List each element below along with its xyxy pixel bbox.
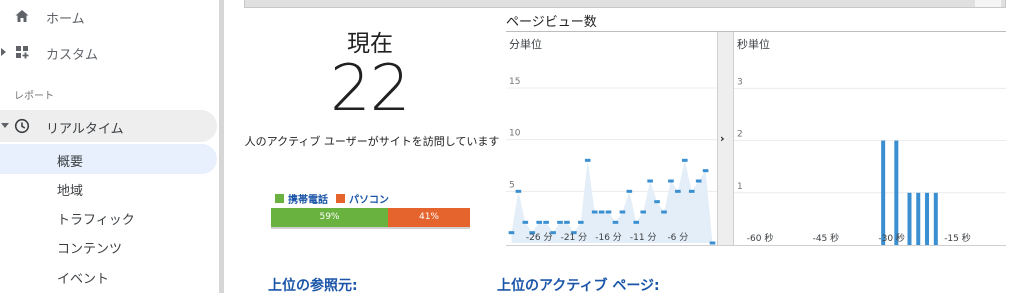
- minute-point: [605, 210, 612, 214]
- clock-icon: [14, 118, 30, 134]
- top-scrollbar-thumb[interactable]: [975, 0, 1001, 7]
- minute-point: [661, 210, 667, 214]
- x-tick-label: -11 分: [630, 232, 657, 243]
- second-bar: [925, 192, 930, 245]
- minute-point: [543, 220, 549, 224]
- nav-home-label: ホーム: [46, 12, 85, 27]
- minute-point: [647, 179, 653, 183]
- x-tick-label: -15 秒: [944, 232, 971, 244]
- legend-mobile: 携帯電話: [275, 191, 328, 206]
- minute-point: [688, 189, 695, 193]
- x-tick-label: -26 分: [526, 232, 553, 243]
- minute-point: [640, 210, 646, 214]
- subnav-overview[interactable]: 概要: [0, 144, 217, 174]
- minute-point: [612, 220, 619, 224]
- device-bar-shadow: [271, 227, 470, 229]
- section-reports-label: レポート: [14, 91, 54, 102]
- legend-swatch-pc: [336, 194, 345, 203]
- minute-point: [515, 189, 522, 193]
- nav-custom[interactable]: カスタム: [0, 37, 217, 67]
- subnav-label: 地域: [57, 184, 84, 199]
- active-user-description: 人のアクティブ ユーザーがサイトを訪問しています: [244, 135, 500, 148]
- home-icon: [15, 10, 29, 22]
- x-tick-label: -21 分: [561, 232, 588, 243]
- minute-point: [668, 179, 674, 183]
- device-bar-pc: 41%: [388, 208, 470, 227]
- minute-point: [682, 158, 688, 162]
- pageviews-title: ページビュー数: [506, 15, 597, 30]
- sidebar-divider[interactable]: [219, 0, 224, 293]
- page-scrollbar[interactable]: [1010, 0, 1024, 293]
- y-tick-label: 2: [737, 130, 743, 140]
- minute-point: [584, 158, 591, 162]
- nav-custom-label: カスタム: [46, 48, 99, 63]
- minute-point: [598, 210, 605, 214]
- y-tick-label: 15: [509, 77, 520, 87]
- subnav-content[interactable]: コンテンツ: [0, 231, 217, 261]
- y-tick-label: 10: [509, 129, 521, 139]
- chevron-right-icon[interactable]: ›: [720, 132, 725, 145]
- minute-point: [702, 169, 709, 173]
- y-tick-label: 5: [509, 180, 515, 190]
- minute-point: [557, 220, 563, 224]
- second-chart: 1 2 3 -60 秒 -45 秒 -30 秒 -15 秒: [734, 77, 1006, 245]
- minute-point: [522, 220, 529, 224]
- subnav-label: 概要: [57, 155, 84, 170]
- minute-point: [695, 179, 702, 183]
- x-tick-label: -16 分: [595, 232, 622, 243]
- minute-point: [675, 189, 681, 193]
- sidebar: ホーム カスタム レポート リアルタイム 概要 地域 トラフィック コンテンツ: [0, 0, 219, 293]
- minute-point: [508, 231, 515, 235]
- minute-point: [564, 220, 570, 224]
- subnav-events[interactable]: イベント: [0, 261, 217, 291]
- expand-arrow-icon[interactable]: [1, 48, 6, 56]
- device-bar-mobile: 59%: [271, 208, 388, 227]
- x-tick-label: -60 秒: [747, 232, 774, 244]
- subnav-location[interactable]: 地域: [0, 173, 217, 203]
- second-bar: [907, 192, 912, 245]
- x-tick-label: -6 分: [667, 232, 688, 243]
- dashboard-grid-icon: [16, 46, 29, 59]
- legend-pc-label: パソコン: [349, 195, 389, 206]
- legend-pc: パソコン: [336, 191, 389, 206]
- x-tick-label: -30 秒: [878, 232, 905, 244]
- nav-home[interactable]: ホーム: [0, 1, 217, 31]
- active-user-count: 22: [330, 52, 410, 126]
- second-bar: [933, 192, 938, 245]
- x-tick-label: -45 秒: [813, 232, 840, 244]
- subnav-traffic[interactable]: トラフィック: [0, 202, 217, 232]
- legend-swatch-mobile: [275, 194, 284, 203]
- second-bar: [881, 140, 886, 245]
- chart-baseline: [506, 245, 1006, 246]
- nav-realtime-label: リアルタイム: [46, 122, 124, 137]
- top-referrers-heading[interactable]: 上位の参照元:: [268, 275, 358, 293]
- subnav-label: イベント: [57, 272, 110, 287]
- minute-point: [633, 220, 640, 224]
- top-active-pages-heading[interactable]: 上位のアクティブ ページ:: [497, 275, 660, 293]
- second-bar: [894, 140, 899, 245]
- nav-realtime[interactable]: リアルタイム: [0, 110, 217, 142]
- minute-point: [626, 189, 633, 193]
- y-tick-label: 1: [737, 182, 743, 192]
- minute-point: [619, 210, 626, 214]
- collapse-arrow-icon[interactable]: [1, 123, 9, 128]
- minute-point: [591, 210, 598, 214]
- minute-point: [536, 220, 542, 224]
- device-legend: 携帯電話 パソコン: [275, 191, 389, 206]
- legend-mobile-label: 携帯電話: [288, 195, 328, 206]
- top-scrollbar[interactable]: [244, 0, 1006, 8]
- minute-area: [511, 160, 713, 243]
- subnav-label: コンテンツ: [57, 242, 123, 257]
- second-bar: [916, 192, 921, 245]
- subnav-label: トラフィック: [57, 213, 135, 228]
- minute-chart: 5 10 15 -26 分 -21 分 -16 分 -11 分 -6 分: [506, 77, 718, 245]
- y-tick-label: 3: [737, 77, 743, 87]
- minute-point: [654, 200, 660, 204]
- minute-point: [578, 220, 584, 224]
